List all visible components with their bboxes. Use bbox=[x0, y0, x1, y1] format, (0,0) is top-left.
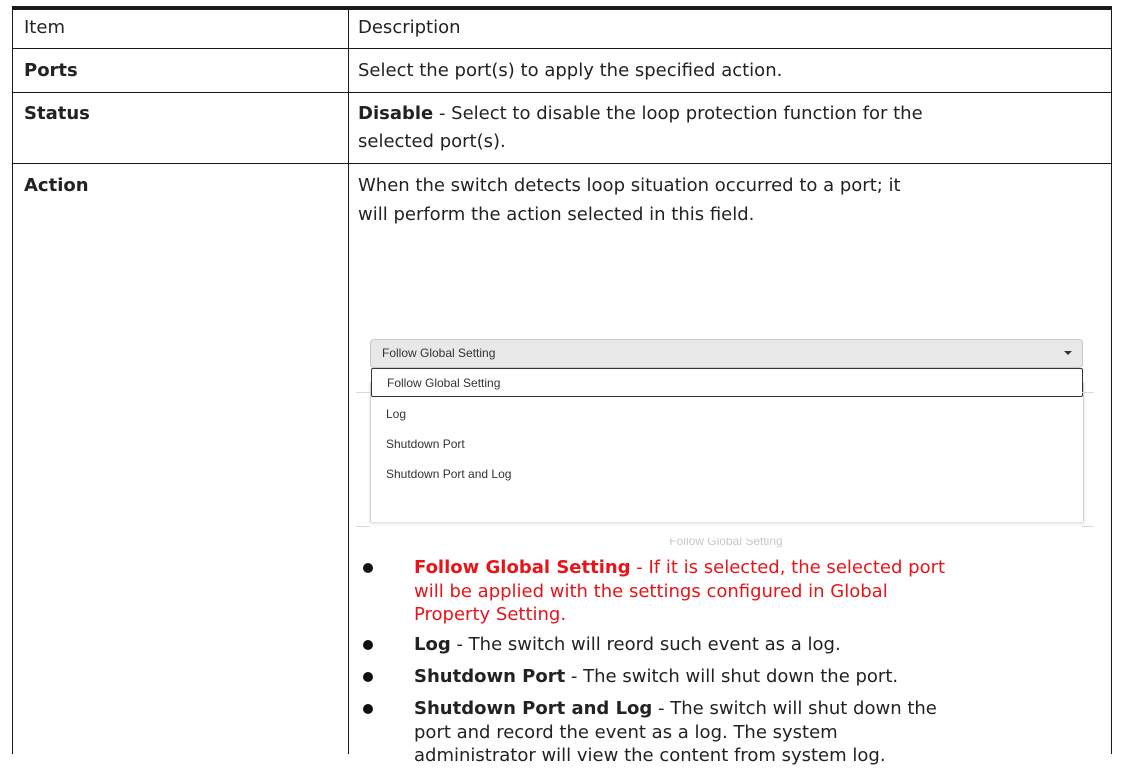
action-select-value: Follow Global Setting bbox=[382, 346, 496, 360]
status-desc-line1: - Select to disable the loop protection … bbox=[433, 103, 923, 124]
bullet-icon bbox=[363, 672, 373, 682]
action-intro-line1: When the switch detects loop situation o… bbox=[358, 175, 901, 196]
bullet-log-text: - The switch will reord such event as a … bbox=[450, 634, 841, 655]
background-line-fragment bbox=[356, 526, 370, 527]
row-status-item: Status bbox=[24, 103, 90, 124]
bullet-icon bbox=[363, 640, 373, 650]
row-status-description: Disable - Select to disable the loop pro… bbox=[358, 99, 1106, 128]
dropdown-option-shutdown-port-log[interactable]: Shutdown Port and Log bbox=[371, 460, 1083, 488]
row-ports-item: Ports bbox=[24, 60, 78, 81]
action-dropdown-list: Follow Global Setting Log Shutdown Port … bbox=[370, 368, 1084, 522]
bullet-follow-line1: - If it is selected, the selected port bbox=[630, 557, 946, 578]
bullet-shutdown-log-line3: administrator will view the content from… bbox=[414, 745, 886, 766]
obscured-select-label: Follow Global Setting bbox=[370, 538, 1082, 552]
option-label: Follow Global Setting bbox=[387, 376, 501, 390]
table-right-border bbox=[1111, 10, 1112, 754]
row-ports-description: Select the port(s) to apply the specifie… bbox=[358, 60, 783, 81]
bullet-shutdown-port: Shutdown Port - The switch will shut dow… bbox=[414, 665, 1094, 689]
obscured-label-text: Follow Global Setting bbox=[669, 538, 783, 548]
bullet-shutdown-title: Shutdown Port bbox=[414, 666, 566, 687]
header-description: Description bbox=[358, 17, 461, 38]
bullet-follow-line3: Property Setting. bbox=[414, 604, 567, 625]
bullet-log: Log - The switch will reord such event a… bbox=[414, 633, 1094, 657]
background-line-fragment bbox=[1082, 392, 1094, 393]
status-desc-line2: selected port(s). bbox=[358, 131, 506, 152]
dropdown-option-follow-global[interactable]: Follow Global Setting bbox=[371, 368, 1083, 397]
row-action-item: Action bbox=[24, 175, 89, 196]
action-select[interactable]: Follow Global Setting bbox=[370, 339, 1083, 368]
table-column-divider bbox=[348, 10, 349, 754]
bullet-shutdown-log-line2: port and record the event as a log. The … bbox=[414, 721, 838, 743]
bullet-icon bbox=[363, 563, 373, 573]
option-label: Log bbox=[386, 407, 407, 421]
header-row-divider bbox=[12, 48, 1112, 49]
bullet-log-title: Log bbox=[414, 634, 451, 655]
bullet-icon bbox=[363, 704, 373, 714]
bullet-follow-title: Follow Global Setting bbox=[414, 557, 631, 578]
dropdown-option-shutdown-port[interactable]: Shutdown Port bbox=[371, 430, 1083, 458]
action-intro-line2: will perform the action selected in this… bbox=[358, 204, 755, 225]
bullet-shutdown-log-title: Shutdown Port and Log bbox=[414, 698, 653, 719]
background-line-fragment bbox=[356, 392, 370, 393]
caret-down-icon bbox=[1064, 351, 1072, 355]
table-left-border bbox=[12, 10, 13, 754]
row-divider bbox=[12, 163, 1112, 164]
option-label: Shutdown Port and Log bbox=[386, 467, 512, 481]
bullet-follow-line2: will be applied with the settings config… bbox=[414, 580, 888, 602]
table-top-border bbox=[12, 6, 1112, 10]
bullet-follow-global: Follow Global Setting - If it is selecte… bbox=[414, 556, 1094, 580]
status-disable-term: Disable bbox=[358, 103, 434, 124]
row-divider bbox=[12, 92, 1112, 93]
dropdown-option-log[interactable]: Log bbox=[371, 400, 1083, 428]
bullet-shutdown-port-log: Shutdown Port and Log - The switch will … bbox=[414, 697, 1094, 721]
bullet-shutdown-log-line1: - The switch will shut down the bbox=[652, 698, 937, 719]
bullet-shutdown-text: - The switch will shut down the port. bbox=[565, 666, 899, 687]
background-line-fragment bbox=[1082, 526, 1094, 527]
header-item: Item bbox=[24, 17, 65, 38]
option-label: Shutdown Port bbox=[386, 437, 465, 451]
